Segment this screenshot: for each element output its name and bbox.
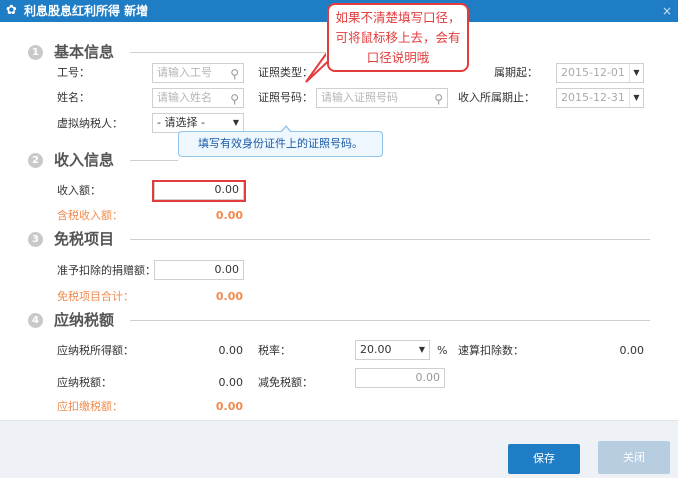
footer-bar: 保存 关闭 [0, 420, 678, 478]
section-divider [130, 320, 650, 321]
virtual-taxpayer-value: - 请选择 - [157, 116, 205, 129]
donation-input[interactable]: 0.00 [154, 260, 244, 280]
tax-payable-value: 0.00 [218, 376, 244, 389]
chevron-down-icon[interactable]: ▼ [629, 89, 643, 107]
name-placeholder: 请输入姓名 [157, 91, 212, 104]
tax-rate-unit: % [437, 344, 448, 357]
taxable-income-value: 0.00 [215, 209, 243, 222]
name-label: 姓名： [57, 91, 90, 104]
section-number-income: 2 [28, 153, 43, 168]
section-number-basic: 1 [28, 45, 43, 60]
tooltip-arrow-inner [281, 127, 291, 133]
tax-rate-label: 税率： [258, 344, 291, 357]
withholding-value: 0.00 [215, 400, 243, 413]
id-number-input[interactable]: 请输入证照号码 ⚲ [316, 88, 448, 108]
withholding-label: 应扣缴税额： [57, 400, 123, 413]
save-button[interactable]: 保存 [508, 444, 580, 474]
window-title: 利息股息红利所得 新增 [24, 4, 149, 18]
reduction-input[interactable]: 0.00 [355, 368, 445, 388]
section-title-exempt: 免税项目 [54, 230, 115, 248]
period-start-input[interactable]: 2015-12-01 ▼ [556, 63, 644, 83]
help-callout: 如果不清楚填写口径，可将鼠标移上去，会有口径说明哦 [327, 3, 469, 72]
taxable-amount-value: 0.00 [218, 344, 244, 357]
donation-label: 准予扣除的捐赠额： [57, 264, 156, 277]
close-button[interactable]: 关闭 [598, 441, 670, 474]
reduction-value: 0.00 [415, 371, 441, 384]
tooltip-text: 填写有效身份证件上的证照号码。 [198, 137, 363, 150]
search-icon[interactable]: ⚲ [434, 90, 443, 108]
employee-id-input[interactable]: 请输入工号 ⚲ [152, 63, 244, 83]
income-amount-highlight [152, 180, 246, 202]
search-icon[interactable]: ⚲ [230, 65, 239, 83]
section-divider [130, 239, 650, 240]
search-icon[interactable]: ⚲ [230, 90, 239, 108]
period-start-label: 属期起： [494, 66, 538, 79]
close-icon[interactable]: × [662, 3, 672, 19]
period-end-value: 2015-12-31 [561, 91, 625, 104]
section-title-income: 收入信息 [54, 151, 115, 169]
tax-payable-label: 应纳税额： [57, 376, 112, 389]
taxable-amount-label: 应纳税所得额： [57, 344, 134, 357]
section-title-tax: 应纳税额 [54, 311, 115, 329]
period-end-input[interactable]: 2015-12-31 ▼ [556, 88, 644, 108]
virtual-taxpayer-select[interactable]: - 请选择 - ▼ [152, 113, 244, 133]
period-start-value: 2015-12-01 [561, 66, 625, 79]
reduction-label: 减免税额： [258, 376, 313, 389]
gear-icon: ✿ [6, 3, 17, 18]
id-number-placeholder: 请输入证照号码 [321, 91, 398, 104]
quick-deduction-value: 0.00 [619, 344, 645, 357]
section-number-exempt: 3 [28, 232, 43, 247]
virtual-taxpayer-label: 虚拟纳税人： [57, 117, 123, 130]
exempt-total-label: 免税项目合计： [57, 290, 134, 303]
tax-rate-value: 20.00 [360, 343, 392, 356]
taxable-income-label: 含税收入额： [57, 209, 123, 222]
period-end-label: 收入所属期止： [458, 91, 535, 104]
section-number-tax: 4 [28, 313, 43, 328]
id-number-tooltip: 填写有效身份证件上的证照号码。 [178, 125, 383, 157]
chevron-down-icon[interactable]: ▼ [415, 341, 429, 359]
id-number-label: 证照号码： [258, 91, 313, 104]
employee-id-placeholder: 请输入工号 [157, 66, 212, 79]
income-amount-label: 收入额： [57, 184, 101, 197]
name-input[interactable]: 请输入姓名 ⚲ [152, 88, 244, 108]
chevron-down-icon[interactable]: ▼ [629, 64, 643, 82]
section-title-basic: 基本信息 [54, 43, 115, 61]
tax-rate-select[interactable]: 20.00 ▼ [355, 340, 430, 360]
exempt-total-value: 0.00 [215, 290, 243, 303]
section-divider [130, 160, 178, 161]
quick-deduction-label: 速算扣除数： [458, 344, 524, 357]
donation-value: 0.00 [214, 263, 240, 276]
chevron-down-icon[interactable]: ▼ [229, 114, 243, 132]
employee-id-label: 工号： [57, 66, 90, 79]
